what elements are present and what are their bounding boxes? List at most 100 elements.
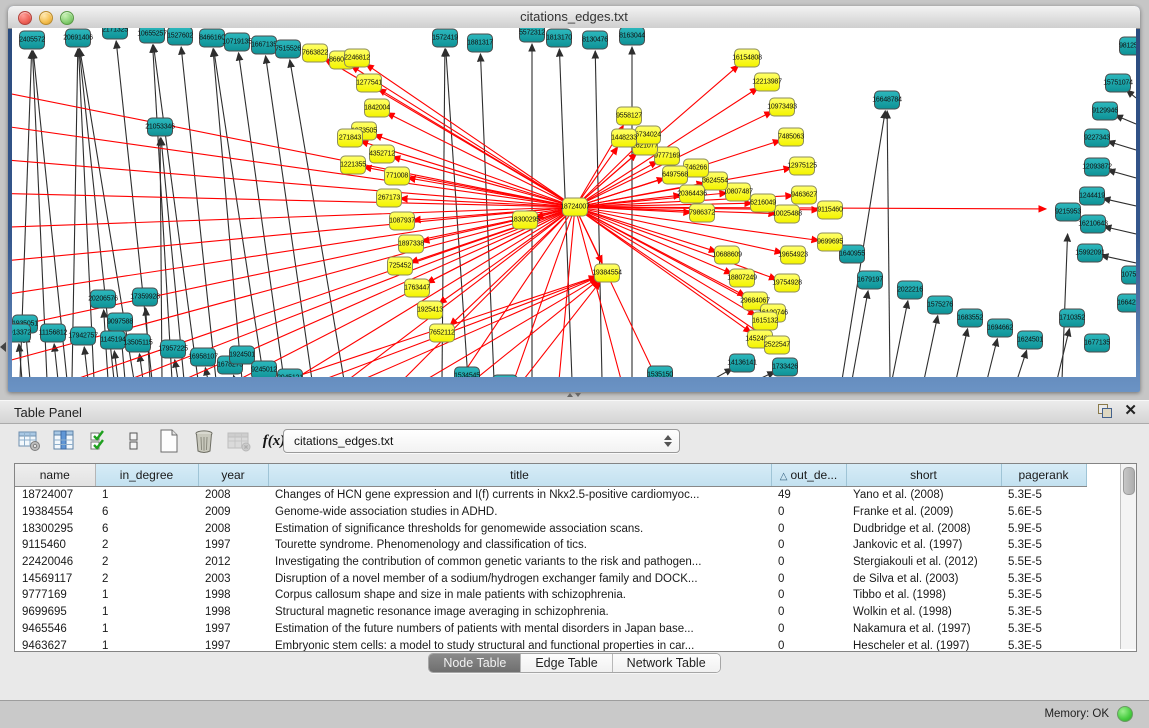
graph-node[interactable]: 7986372 <box>689 204 715 223</box>
graph-node[interactable]: 17957225 <box>160 340 186 359</box>
column-header-year[interactable]: year <box>198 464 268 487</box>
table-cell[interactable]: 1 <box>95 637 198 652</box>
table-row[interactable]: 1872400712008Changes of HCN gene express… <box>15 487 1121 504</box>
table-cell[interactable]: 2009 <box>198 504 268 521</box>
graph-node[interactable]: 1897338 <box>398 235 424 254</box>
graph-node[interactable]: 1062101 <box>492 375 518 378</box>
table-cell[interactable]: 5.6E-5 <box>1001 504 1086 521</box>
table-cell[interactable]: 1997 <box>198 537 268 554</box>
tab-network-table[interactable]: Network Table <box>613 654 720 672</box>
network-window-titlebar[interactable]: citations_edges.txt <box>8 6 1140 29</box>
graph-node[interactable]: 9699695 <box>817 233 843 252</box>
table-selector-dropdown[interactable]: citations_edges.txt <box>283 429 680 453</box>
graph-node[interactable]: 7485063 <box>778 128 804 147</box>
graph-node[interactable]: 725452 <box>387 257 413 276</box>
tab-edge-table[interactable]: Edge Table <box>521 654 612 672</box>
graph-node[interactable]: 1448233 <box>611 129 637 148</box>
table-cell[interactable]: 0 <box>771 621 846 638</box>
table-row[interactable]: 946554611997Estimation of the future num… <box>15 621 1121 638</box>
table-cell[interactable]: 9115460 <box>15 537 95 554</box>
graph-node[interactable]: 12093872 <box>1084 158 1110 177</box>
graph-node[interactable]: 1763447 <box>404 279 430 298</box>
graph-node[interactable]: 9245012 <box>251 361 277 378</box>
graph-node[interactable]: 16154808 <box>734 49 760 68</box>
table-cell[interactable]: Yano et al. (2008) <box>846 487 1001 504</box>
new-column-icon[interactable] <box>156 428 182 454</box>
table-cell[interactable]: Genome-wide association studies in ADHD. <box>268 504 771 521</box>
graph-node[interactable]: 9227343 <box>1084 129 1110 148</box>
table-cell[interactable]: Embryonic stem cells: a model to study s… <box>268 637 771 652</box>
table-cell[interactable]: 5.3E-5 <box>1001 621 1086 638</box>
graph-node[interactable]: 17942757 <box>70 327 96 346</box>
graph-node[interactable]: 2522547 <box>764 336 790 355</box>
graph-node[interactable]: 15992091 <box>1077 244 1103 263</box>
graph-node[interactable]: 18724007 <box>562 198 588 217</box>
table-cell[interactable]: Wolkin et al. (1998) <box>846 604 1001 621</box>
graph-node[interactable]: 1615132 <box>752 312 778 331</box>
graph-node[interactable]: 12975125 <box>789 157 815 176</box>
graph-node[interactable]: 1664212 <box>1117 294 1136 313</box>
graph-node[interactable]: 1667135 <box>251 36 277 55</box>
table-cell[interactable]: 1998 <box>198 587 268 604</box>
graph-node[interactable]: 271843 <box>337 129 363 148</box>
graph-node[interactable]: 7515526 <box>275 40 301 59</box>
table-cell[interactable]: 5.9E-5 <box>1001 520 1086 537</box>
column-header-short[interactable]: short <box>846 464 1001 487</box>
table-row[interactable]: 911546021997Tourette syndrome. Phenomeno… <box>15 537 1121 554</box>
graph-node[interactable]: 19654923 <box>780 246 806 265</box>
table-row[interactable]: 969969511998Structural magnetic resonanc… <box>15 604 1121 621</box>
row-select-icon[interactable] <box>86 428 112 454</box>
graph-node[interactable]: 14136141 <box>729 354 755 373</box>
table-cell[interactable]: de Silva et al. (2003) <box>846 570 1001 587</box>
graph-node[interactable]: 1575276 <box>927 296 953 315</box>
graph-node[interactable]: 10025488 <box>774 205 800 224</box>
graph-node[interactable]: 16210643 <box>1080 215 1106 234</box>
panel-collapse-arrow[interactable] <box>0 342 6 352</box>
graph-node[interactable]: 18807249 <box>729 269 755 288</box>
close-panel-icon[interactable]: ✕ <box>1124 404 1137 418</box>
graph-node[interactable]: 6497568 <box>662 166 688 185</box>
graph-node[interactable]: 8163044 <box>619 28 645 46</box>
graph-node[interactable]: 1710352 <box>1059 309 1085 328</box>
table-cell[interactable]: 2008 <box>198 487 268 504</box>
table-options-icon[interactable] <box>16 428 42 454</box>
table-cell[interactable]: 9777169 <box>15 587 95 604</box>
graph-node[interactable]: 771008 <box>384 167 410 186</box>
table-cell[interactable]: 49 <box>771 487 846 504</box>
graph-node[interactable]: 10807487 <box>725 183 751 202</box>
column-header-in_degree[interactable]: in_degree <box>95 464 198 487</box>
table-row[interactable]: 1456911722003Disruption of a novel membe… <box>15 570 1121 587</box>
graph-node[interactable]: 2246812 <box>344 49 370 68</box>
table-cell[interactable]: 9699695 <box>15 604 95 621</box>
graph-node[interactable]: 1535150 <box>647 366 673 378</box>
table-cell[interactable]: 5.3E-5 <box>1001 587 1086 604</box>
table-cell[interactable]: Jankovic et al. (1997) <box>846 537 1001 554</box>
table-cell[interactable]: 2 <box>95 570 198 587</box>
table-cell[interactable]: 1 <box>95 621 198 638</box>
table-cell[interactable]: Stergiakouli et al. (2012) <box>846 554 1001 571</box>
table-cell[interactable]: 18724007 <box>15 487 95 504</box>
graph-node[interactable]: 267173 <box>376 189 402 208</box>
table-cell[interactable]: Tourette syndrome. Phenomenology and cla… <box>268 537 771 554</box>
memory-status-indicator[interactable] <box>1117 706 1133 722</box>
network-canvas[interactable]: 2405572206914062171325106552571527602846… <box>12 28 1136 377</box>
graph-node[interactable]: 9129946 <box>1092 102 1118 121</box>
table-cell[interactable]: Investigating the contribution of common… <box>268 554 771 571</box>
graph-node[interactable]: 2405572 <box>19 31 45 50</box>
graph-node[interactable]: 1277541 <box>356 74 382 93</box>
table-cell[interactable]: 14569117 <box>15 570 95 587</box>
table-cell[interactable]: 1 <box>95 604 198 621</box>
table-cell[interactable]: 1997 <box>198 637 268 652</box>
table-scrollbar[interactable] <box>1120 464 1136 649</box>
graph-node[interactable]: 13505115 <box>125 334 151 353</box>
column-header-title[interactable]: title <box>268 464 771 487</box>
table-cell[interactable]: Nakamura et al. (1997) <box>846 621 1001 638</box>
table-cell[interactable]: Structural magnetic resonance image aver… <box>268 604 771 621</box>
split-divider-handle[interactable] <box>566 393 582 399</box>
table-cell[interactable]: 5.3E-5 <box>1001 570 1086 587</box>
table-row[interactable]: 1938455462009Genome-wide association stu… <box>15 504 1121 521</box>
graph-node[interactable]: 1679197 <box>857 271 883 290</box>
table-cell[interactable]: 18300295 <box>15 520 95 537</box>
node-table-grid[interactable]: namein_degreeyeartitle△out_de...shortpag… <box>15 464 1121 652</box>
graph-node[interactable]: 20364436 <box>679 185 705 204</box>
